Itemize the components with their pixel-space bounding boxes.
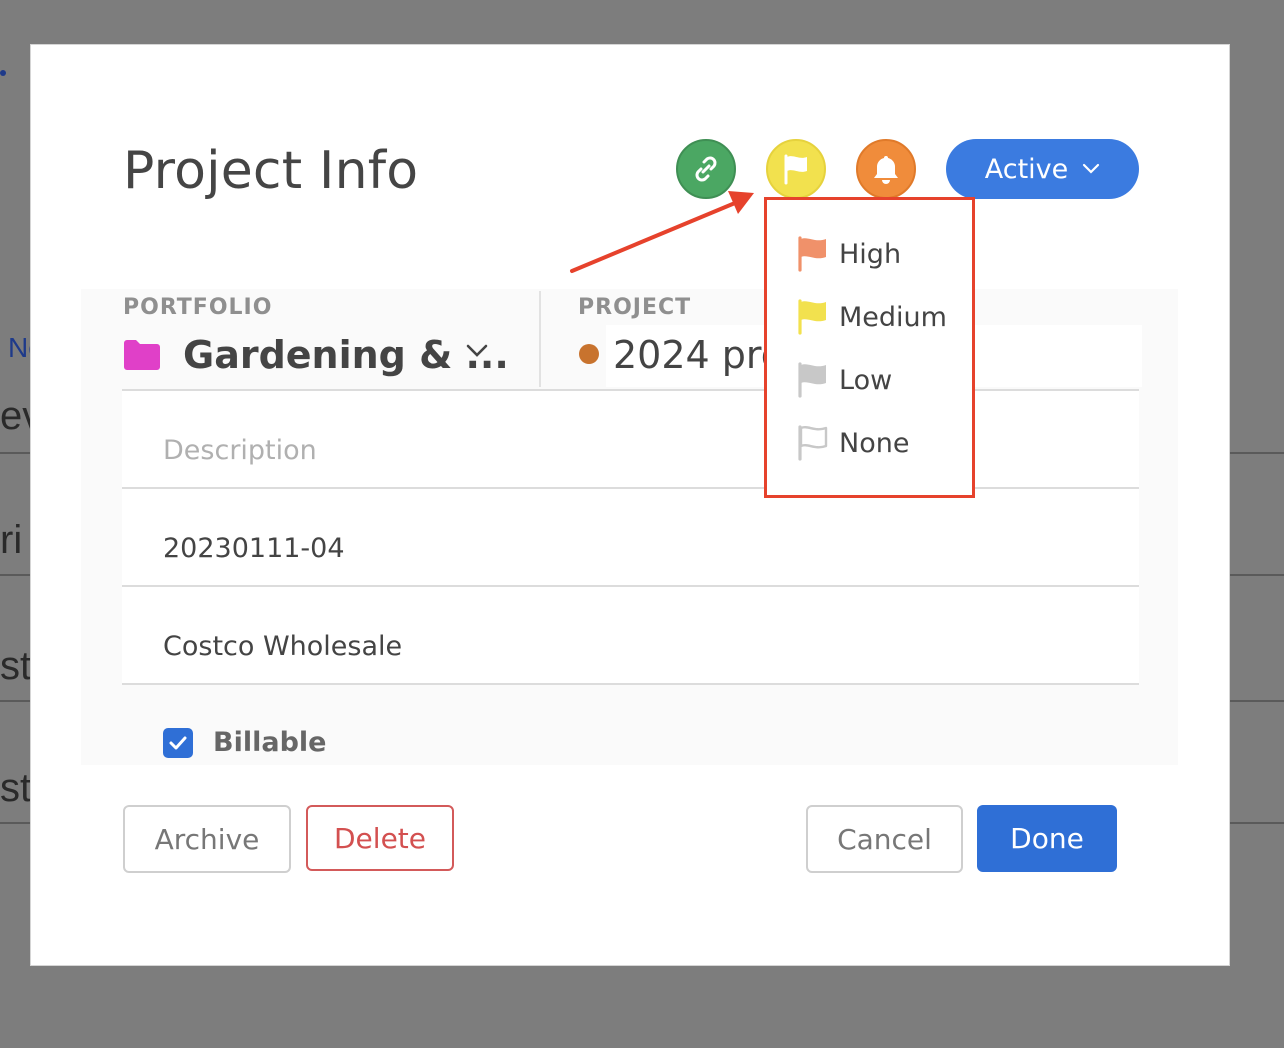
done-button[interactable]: Done — [977, 805, 1117, 872]
priority-option-label: Medium — [839, 301, 947, 333]
page-title: Project Info — [123, 141, 419, 201]
flag-icon — [798, 362, 826, 398]
reminder-button[interactable] — [856, 139, 916, 199]
description-field[interactable]: Description — [163, 435, 317, 466]
divider — [122, 683, 1139, 685]
chevron-down-icon[interactable] — [465, 343, 489, 359]
priority-option-low[interactable]: Low — [797, 362, 892, 398]
link-icon — [695, 156, 717, 182]
background-divider — [0, 822, 32, 824]
flag-icon — [798, 299, 826, 335]
priority-option-label: High — [839, 238, 902, 270]
column-divider — [539, 291, 541, 387]
project-color-dot — [579, 344, 599, 364]
checkmark-icon — [169, 736, 187, 750]
flag-icon — [798, 236, 826, 272]
archive-button[interactable]: Archive — [123, 805, 291, 873]
background-divider — [1228, 574, 1284, 576]
priority-option-high[interactable]: High — [797, 236, 901, 272]
delete-button[interactable]: Delete — [306, 805, 454, 871]
project-input[interactable]: 2024 pro — [613, 333, 784, 377]
priority-option-label: None — [839, 427, 910, 459]
priority-flag-button[interactable] — [766, 139, 826, 199]
priority-option-medium[interactable]: Medium — [797, 299, 947, 335]
priority-dropdown: High Medium Low None — [764, 197, 975, 498]
link-button[interactable] — [676, 139, 736, 199]
priority-option-none[interactable]: None — [797, 425, 909, 461]
project-code-field[interactable]: 20230111-04 — [163, 533, 345, 564]
client-field[interactable]: Costco Wholesale — [163, 631, 402, 662]
background-divider — [0, 574, 32, 576]
background-divider — [0, 700, 32, 702]
background-bullet — [0, 70, 6, 76]
flag-outline-icon — [798, 425, 828, 461]
status-label: Active — [984, 153, 1069, 185]
portfolio-select[interactable]: Gardening & ... — [183, 333, 509, 377]
background-text-fragment: ri — [0, 518, 23, 562]
project-label: PROJECT — [578, 295, 692, 320]
cancel-button[interactable]: Cancel — [806, 805, 963, 873]
priority-option-label: Low — [839, 364, 893, 396]
portfolio-label: PORTFOLIO — [123, 295, 273, 320]
chevron-down-icon — [1083, 163, 1100, 174]
background-text-fragment: st — [0, 644, 32, 688]
background-divider — [0, 452, 32, 454]
background-divider — [1228, 822, 1284, 824]
billable-label: Billable — [213, 727, 327, 758]
status-dropdown-button[interactable]: Active — [946, 139, 1139, 199]
project-info-modal: Project Info Active PORTFOLIO PROJECT Ga… — [30, 44, 1230, 966]
background-text-fragment: st — [0, 766, 32, 810]
billable-checkbox[interactable] — [163, 728, 193, 758]
folder-icon — [124, 340, 160, 370]
bell-icon — [874, 156, 898, 184]
background-divider — [1228, 452, 1284, 454]
background-divider — [1228, 700, 1284, 702]
flag-icon — [784, 154, 807, 185]
